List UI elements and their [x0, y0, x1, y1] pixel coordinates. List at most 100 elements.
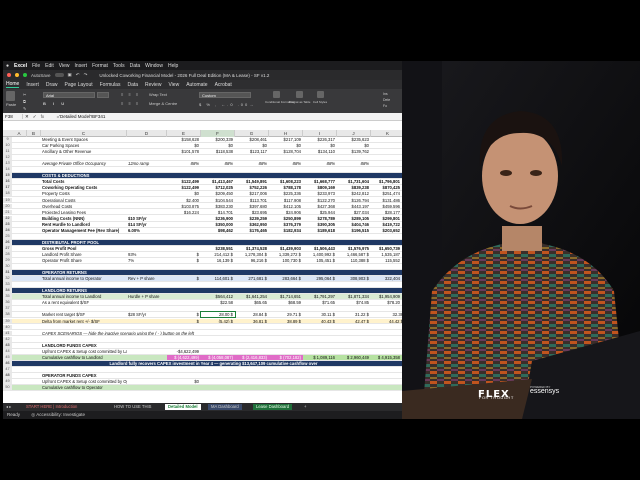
row-number[interactable]: 21: [3, 209, 12, 215]
cell-value[interactable]: $113,701: [235, 198, 269, 203]
cell-value[interactable]: [269, 264, 303, 269]
cell-value[interactable]: [337, 361, 371, 366]
cell-value[interactable]: [269, 282, 303, 287]
row-label[interactable]: [41, 155, 127, 160]
row-label[interactable]: Average Private Office Occupancy: [41, 161, 127, 166]
cell-value[interactable]: $235,623: [337, 137, 371, 142]
cell-value[interactable]: $74.85: [337, 300, 371, 305]
cut-icon[interactable]: ✂: [23, 92, 26, 97]
menu-file[interactable]: File: [32, 63, 40, 69]
row-number[interactable]: 29: [3, 258, 12, 263]
row-driver[interactable]: [127, 373, 167, 378]
row-label[interactable]: Market rent target $/SF: [41, 312, 127, 317]
cell-value[interactable]: $238,551: [201, 246, 235, 251]
row-driver[interactable]: [127, 343, 167, 348]
cell-value[interactable]: $ (4,058,087): [201, 354, 235, 360]
row-number[interactable]: 14: [3, 167, 12, 173]
align-top-buttons[interactable]: ≡ ≡ ≡: [121, 92, 140, 97]
cell-value[interactable]: [269, 361, 303, 366]
cell-value[interactable]: [337, 349, 371, 354]
row-number[interactable]: 16: [3, 179, 12, 185]
cell-value[interactable]: 214,412 $: [201, 252, 235, 257]
column-header-j[interactable]: J: [337, 130, 371, 137]
cell-value[interactable]: [303, 379, 337, 384]
bold-italic-underline-buttons[interactable]: B I U: [43, 101, 67, 106]
sheet-nav-icon[interactable]: ◂ ▸: [6, 404, 11, 409]
cell-value[interactable]: 28.84 $: [235, 312, 269, 317]
enter-icon[interactable]: ✓: [31, 114, 39, 120]
cell-value[interactable]: $78.20: [371, 300, 402, 305]
column-header-c[interactable]: C: [41, 130, 127, 137]
cell-value[interactable]: $1,439,903: [269, 246, 303, 251]
cell-value[interactable]: 88%: [269, 161, 303, 166]
cell-value[interactable]: [167, 385, 201, 390]
row-label[interactable]: LANDLORD RETURNS: [41, 288, 127, 293]
row-number[interactable]: 31: [3, 270, 12, 275]
row-driver[interactable]: [127, 282, 167, 287]
cell-value[interactable]: 29.71 $: [269, 312, 303, 317]
cell-value[interactable]: $289,105: [337, 216, 371, 221]
row-driver[interactable]: [127, 179, 167, 184]
column-header-d[interactable]: D: [127, 130, 167, 137]
row-number[interactable]: 10: [3, 143, 12, 148]
cell-value[interactable]: [201, 306, 235, 311]
cell-value[interactable]: [167, 331, 201, 336]
cell-value[interactable]: $ (4,622,499): [167, 354, 201, 360]
cell-value[interactable]: [337, 240, 371, 245]
cell-value[interactable]: $459,596: [371, 204, 402, 209]
cell-value[interactable]: [269, 240, 303, 245]
cell-value[interactable]: 88%: [235, 161, 269, 166]
row-number[interactable]: 24: [3, 227, 12, 233]
accessibility-icon[interactable]: ◎: [31, 412, 35, 417]
row-number[interactable]: 18: [3, 191, 12, 197]
cell-value[interactable]: [167, 306, 201, 311]
row-driver[interactable]: [127, 155, 167, 160]
cell-value[interactable]: $71.65: [303, 300, 337, 305]
column-header-e[interactable]: E: [167, 130, 201, 137]
row-driver[interactable]: 7%: [127, 258, 167, 263]
row-number[interactable]: 19: [3, 197, 12, 203]
row-driver[interactable]: [127, 246, 167, 251]
row-label[interactable]: Total annual income to Operator: [41, 276, 127, 281]
cell-value[interactable]: [235, 234, 269, 239]
cell-value[interactable]: 1,400,992 $: [303, 252, 337, 257]
cell-value[interactable]: $242,812: [337, 191, 371, 196]
row-number[interactable]: 35: [3, 294, 12, 300]
function-icon[interactable]: fx: [39, 114, 57, 119]
cell-value[interactable]: [303, 155, 337, 160]
cell-value[interactable]: $14,701: [201, 210, 235, 215]
cell-value[interactable]: [167, 300, 201, 305]
cell-value[interactable]: $ (702,182): [269, 354, 303, 360]
cell-value[interactable]: [235, 367, 269, 372]
row-label[interactable]: Cumulative cashflow to Landlord: [41, 355, 127, 360]
cell-value[interactable]: $278,789: [303, 216, 337, 221]
cell-value[interactable]: $196,515: [337, 228, 371, 233]
undo-icon[interactable]: ↶: [76, 72, 80, 78]
row-label[interactable]: [41, 306, 127, 311]
row-number[interactable]: 39: [3, 318, 12, 324]
row-label[interactable]: Building Costs (NNN): [41, 216, 127, 221]
row-driver[interactable]: [127, 355, 167, 360]
cell-value[interactable]: $118,538: [201, 149, 235, 154]
cell-value[interactable]: $350,000: [201, 222, 235, 227]
cell-value[interactable]: [337, 282, 371, 287]
cell-value[interactable]: [337, 373, 371, 378]
cell-value[interactable]: [201, 288, 235, 293]
row-number[interactable]: 26: [3, 239, 12, 245]
cell-value[interactable]: [201, 173, 235, 178]
cell-value[interactable]: $443,197: [337, 204, 371, 209]
row-label[interactable]: [41, 337, 127, 342]
row-number[interactable]: 38: [3, 312, 12, 318]
cell-value[interactable]: $134,110: [303, 149, 337, 154]
cell-value[interactable]: [269, 373, 303, 378]
row-number[interactable]: 37: [3, 306, 12, 312]
row-label[interactable]: Delta from market rent +/- $/SF: [41, 319, 127, 324]
cell-value[interactable]: $788,178: [269, 185, 303, 190]
cell-value[interactable]: [269, 379, 303, 384]
row-label[interactable]: Car Parking Spaces: [41, 143, 127, 148]
cell-value[interactable]: $1,576,975: [337, 246, 371, 251]
cell-value[interactable]: $1,796,801: [371, 179, 402, 184]
row-label[interactable]: Gross Profit Pool: [41, 246, 127, 251]
align-horizontal-buttons[interactable]: ≡ ≡ ≡: [121, 101, 140, 106]
tab-data[interactable]: Data: [127, 82, 138, 88]
